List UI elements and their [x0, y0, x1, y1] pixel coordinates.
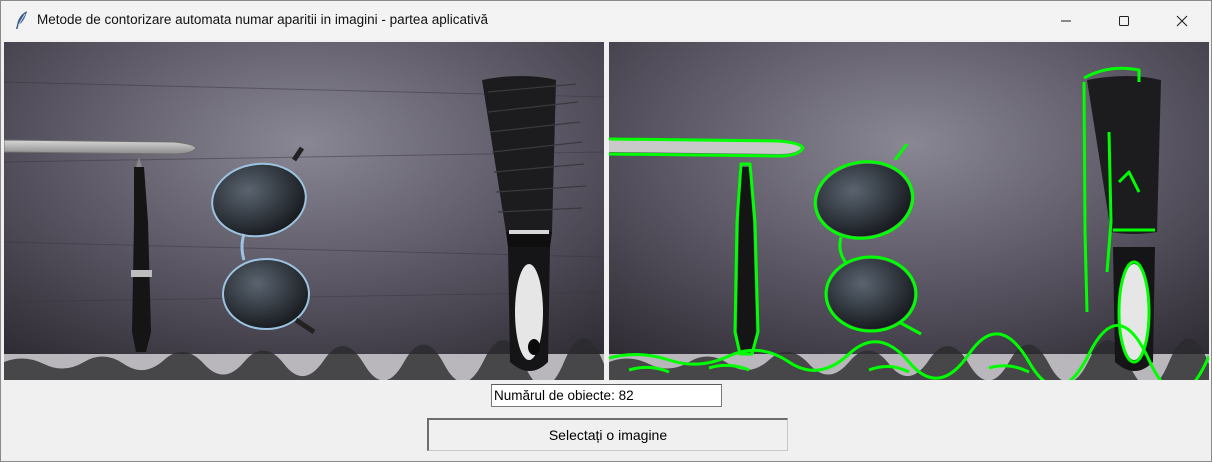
close-icon [1176, 15, 1188, 27]
minimize-icon [1060, 15, 1072, 27]
main-content: Numărul de obiecte: 82 Selectați o imagi… [1, 41, 1211, 461]
maximize-icon [1118, 15, 1130, 27]
original-image-panel [4, 42, 604, 380]
feather-icon [13, 10, 31, 30]
window-title: Metode de contorizare automata numar apa… [37, 12, 488, 27]
maximize-button[interactable] [1095, 1, 1153, 40]
object-count-field[interactable]: Numărul de obiecte: 82 [491, 384, 722, 407]
contour-image-panel [609, 42, 1209, 380]
select-image-button[interactable]: Selectați o imagine [427, 418, 788, 451]
close-button[interactable] [1153, 1, 1211, 40]
contour-image [609, 42, 1209, 380]
title-bar[interactable]: Metode de contorizare automata numar apa… [1, 1, 1211, 40]
original-image [4, 42, 604, 380]
app-window: Metode de contorizare automata numar apa… [0, 0, 1212, 462]
minimize-button[interactable] [1037, 1, 1095, 40]
